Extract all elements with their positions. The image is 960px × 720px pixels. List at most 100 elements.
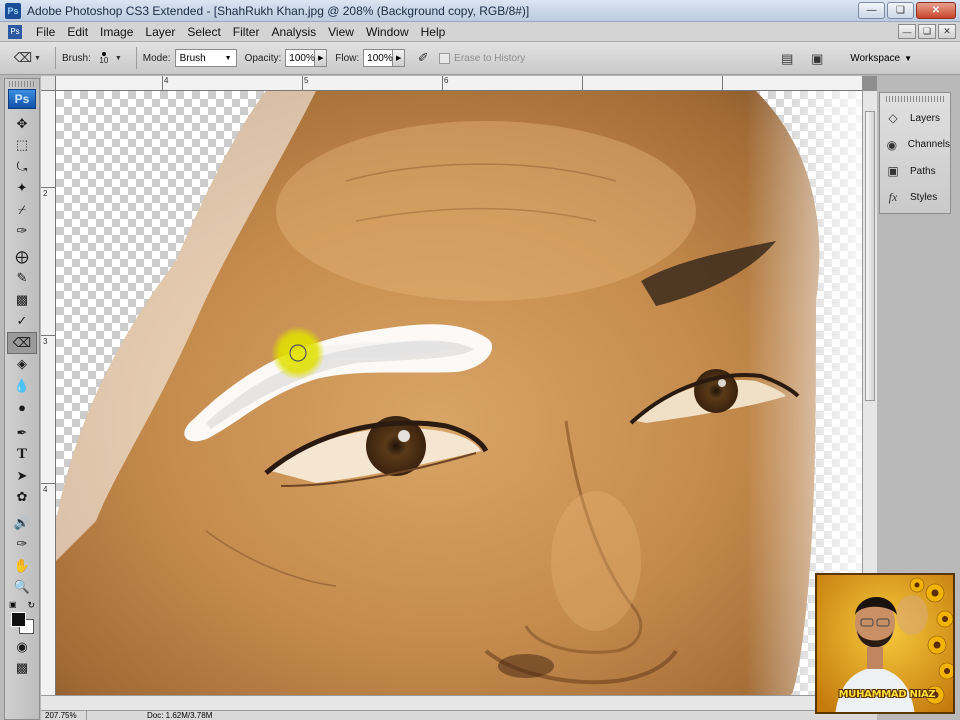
doc-restore-button[interactable]: ❏ [918, 24, 936, 39]
mode-label: Mode: [142, 52, 171, 64]
close-button[interactable]: ✕ [916, 2, 956, 19]
window-controls: — ❏ ✕ [858, 2, 956, 19]
swap-colors-icon[interactable]: ↻ [27, 600, 35, 611]
menu-bar: Ps File Edit Image Layer Select Filter A… [0, 22, 960, 42]
path-selection-tool-icon[interactable]: ➤ [7, 465, 37, 487]
opacity-slider-arrow-icon[interactable]: ▶ [315, 49, 328, 67]
document-window: 4 5 6 2 3 4 [41, 76, 877, 710]
document-size: Doc: 1.62M/3.78M [147, 711, 213, 720]
photoshop-logo[interactable]: Ps [8, 89, 36, 109]
type-tool-icon[interactable]: T [7, 444, 37, 466]
blur-tool-icon[interactable]: 💧 [7, 375, 37, 397]
workspace-button[interactable]: Workspace ▼ [850, 53, 912, 64]
custom-shape-tool-icon[interactable]: ✿ [7, 487, 37, 509]
eyedropper-tool-icon[interactable]: ✑ [7, 221, 37, 243]
brush-tool-icon[interactable]: ✎ [7, 268, 37, 290]
presenter-name: MUHAMMAD NIAZ [838, 689, 936, 700]
dodge-tool-icon[interactable]: ● [7, 397, 37, 419]
minimize-button[interactable]: — [858, 2, 885, 19]
window-title: Adobe Photoshop CS3 Extended - [ShahRukh… [27, 3, 530, 18]
ruler-label: 6 [444, 76, 449, 85]
horizontal-scrollbar[interactable] [41, 695, 877, 710]
status-bar: 207.75% Doc: 1.62M/3.78M [41, 710, 877, 720]
workspace-label: Workspace [850, 53, 901, 64]
eraser-tool-icon[interactable]: ⌫ [7, 332, 37, 354]
mode-select[interactable]: Brush ▼ [174, 49, 237, 67]
brush-size: 10 [99, 55, 109, 65]
photo-layer [56, 91, 862, 695]
menu-edit[interactable]: Edit [61, 25, 94, 39]
panel-dock: ◇ Layers ◉ Channels ▣ Paths fx Styles [879, 92, 951, 214]
menu-file[interactable]: File [30, 25, 61, 39]
bridge-icon[interactable]: ▣ [806, 48, 828, 70]
history-brush-tool-icon[interactable]: ✓ [7, 311, 37, 333]
photoshop-app-icon: Ps [5, 2, 21, 19]
brush-dropdown-arrow-icon[interactable]: ▼ [115, 55, 122, 62]
document-window-controls: — ❏ ✕ [898, 24, 956, 39]
zoom-level[interactable]: 207.75% [41, 711, 87, 720]
doc-close-button[interactable]: ✕ [938, 24, 956, 39]
menu-layer[interactable]: Layer [139, 25, 181, 39]
document-icon[interactable]: Ps [8, 24, 22, 39]
ruler-label: 3 [43, 337, 48, 346]
palette-well-icon[interactable]: ▤ [776, 48, 798, 70]
maximize-button[interactable]: ❏ [887, 2, 914, 19]
menu-window[interactable]: Window [360, 25, 415, 39]
menu-select[interactable]: Select [181, 25, 226, 39]
ruler-label: 5 [304, 76, 309, 85]
zoom-tool-icon[interactable]: 🔍 [7, 577, 37, 599]
airbrush-icon[interactable]: ✐ [413, 48, 433, 68]
default-colors-icon[interactable]: ▣ [9, 600, 17, 609]
flow-field[interactable]: 100% [363, 49, 394, 67]
panel-item-label: Styles [910, 192, 938, 204]
opacity-field[interactable]: 100% [285, 49, 316, 67]
presenter-badge: MUHAMMAD NIAZ [815, 573, 955, 714]
options-right-group: ▤ ▣ Workspace ▼ [776, 42, 960, 75]
magic-wand-tool-icon[interactable]: ✦ [7, 178, 37, 200]
toolbox: Ps ✥ ⬚ ⤿ ✦ ⌿ ✑ ⨁ ✎ ▩ ✓ ⌫ ◈ 💧 ● ✒ T ➤ ✿ 🔊… [4, 78, 40, 720]
panel-item-channels[interactable]: ◉ Channels [880, 132, 950, 159]
scrollbar-thumb[interactable] [865, 111, 875, 401]
brush-label: Brush: [61, 52, 91, 64]
crop-tool-icon[interactable]: ⌿ [7, 199, 37, 221]
mode-value: Brush [179, 52, 206, 64]
panel-item-layers[interactable]: ◇ Layers [880, 105, 950, 132]
healing-brush-tool-icon[interactable]: ⨁ [7, 246, 37, 268]
marquee-tool-icon[interactable]: ⬚ [7, 135, 37, 157]
erase-to-history-label: Erase to History [454, 52, 526, 64]
move-tool-icon[interactable]: ✥ [7, 113, 37, 135]
panel-item-paths[interactable]: ▣ Paths [880, 158, 950, 185]
vertical-ruler[interactable]: 2 3 4 [41, 91, 56, 695]
foreground-color-swatch[interactable] [11, 612, 26, 627]
toolbox-grip[interactable] [9, 81, 35, 87]
clone-stamp-tool-icon[interactable]: ▩ [7, 289, 37, 311]
menu-image[interactable]: Image [94, 25, 139, 39]
panel-item-styles[interactable]: fx Styles [880, 185, 950, 212]
horizontal-ruler[interactable]: 4 5 6 [56, 76, 862, 91]
styles-icon: fx [888, 190, 898, 205]
flow-slider-arrow-icon[interactable]: ▶ [393, 49, 406, 67]
paint-bucket-tool-icon[interactable]: ◈ [7, 354, 37, 376]
brush-picker[interactable]: 10 [95, 47, 113, 69]
erase-to-history-checkbox[interactable] [439, 52, 451, 64]
menu-help[interactable]: Help [415, 25, 452, 39]
quick-mask-icon[interactable]: ◉ [7, 636, 37, 658]
paths-icon: ▣ [887, 164, 899, 179]
menu-filter[interactable]: Filter [227, 25, 266, 39]
canvas[interactable] [56, 91, 862, 695]
notes-tool-icon[interactable]: 🔊 [7, 512, 37, 534]
eyedropper-alt-tool-icon[interactable]: ✑ [7, 534, 37, 556]
menu-analysis[interactable]: Analysis [265, 25, 322, 39]
panel-grip[interactable] [886, 96, 944, 102]
lasso-tool-icon[interactable]: ⤿ [7, 156, 37, 178]
menu-view[interactable]: View [322, 25, 360, 39]
screen-mode-icon[interactable]: ▩ [7, 658, 37, 680]
eraser-preset-icon[interactable]: ⌫ [10, 47, 36, 69]
ruler-origin[interactable] [41, 76, 56, 91]
ruler-label: 2 [43, 189, 48, 198]
preset-dropdown-arrow-icon[interactable]: ▼ [34, 55, 41, 62]
hand-tool-icon[interactable]: ✋ [7, 555, 37, 577]
panel-item-label: Channels [907, 139, 950, 151]
pen-tool-icon[interactable]: ✒ [7, 422, 37, 444]
doc-minimize-button[interactable]: — [898, 24, 916, 39]
